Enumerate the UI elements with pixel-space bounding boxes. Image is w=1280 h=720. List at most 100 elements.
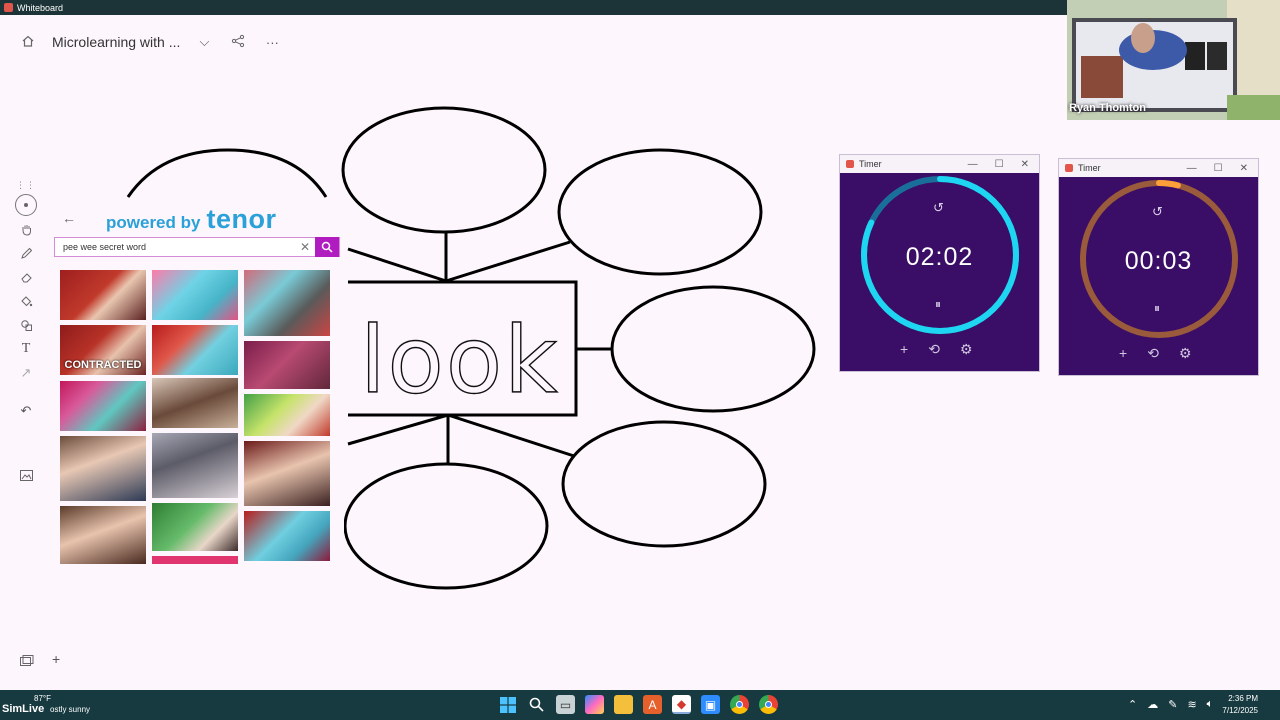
whiteboard-taskbar-icon[interactable]: ◆ <box>672 695 691 714</box>
reset-icon[interactable]: ⟲ <box>1147 345 1159 362</box>
tenor-brand: powered by tenor <box>106 204 277 234</box>
settings-icon[interactable]: ⚙ <box>960 341 973 358</box>
chevron-up-icon[interactable]: ⌃ <box>1128 698 1137 711</box>
maximize-icon[interactable]: ☐ <box>995 159 1004 170</box>
gif-search-input[interactable] <box>55 242 295 252</box>
tool-rail: ⋮⋮ T ↗ ↶ <box>14 178 38 488</box>
gif-result[interactable] <box>244 441 330 506</box>
gif-result[interactable] <box>60 381 146 431</box>
bubble-top-right <box>557 148 763 276</box>
office-app-icon[interactable]: A <box>643 695 662 714</box>
search-icon[interactable] <box>527 695 546 714</box>
settings-icon[interactable]: ⚙ <box>1179 345 1192 362</box>
file-explorer-icon[interactable] <box>614 695 633 714</box>
timer-app-icon <box>846 160 854 168</box>
pen-icon[interactable] <box>15 242 37 264</box>
system-tray: ⌃ ☁ ✎ ≋ 🔈︎ <box>1128 698 1213 711</box>
gif-result[interactable] <box>152 433 238 498</box>
board-title[interactable]: Microlearning with ... <box>52 34 180 50</box>
search-icon <box>321 241 333 253</box>
gif-result[interactable] <box>152 270 238 320</box>
add-page-icon[interactable]: + <box>52 651 60 670</box>
gif-result[interactable] <box>152 556 238 564</box>
bubble-top-left <box>126 148 328 198</box>
taskbar-apps: ▭ A ◆ ▣ <box>498 695 778 714</box>
center-box <box>348 280 578 417</box>
drag-handle-icon[interactable]: ⋮⋮ <box>15 178 37 192</box>
wifi-icon[interactable]: ≋ <box>1187 698 1196 711</box>
close-icon[interactable]: ✕ <box>1240 163 1248 174</box>
clock-time: 2:36 PM <box>1228 694 1258 703</box>
search-button[interactable] <box>315 237 339 257</box>
timer-window-2: Timer — ☐ ✕ ↺ 00:03 ⏸ + ⟲ ⚙ <box>1058 158 1259 376</box>
gif-result[interactable] <box>152 378 238 428</box>
bubble-right <box>610 285 816 413</box>
gif-result[interactable]: CONTRACTED <box>60 325 146 375</box>
pen-tray-icon[interactable]: ✎ <box>1168 698 1177 711</box>
minimize-icon[interactable]: — <box>1187 163 1197 174</box>
history-icon[interactable]: ↺ <box>1152 204 1163 220</box>
share-icon[interactable] <box>228 34 248 51</box>
timer-footer: + ⟲ ⚙ <box>900 341 972 358</box>
timer-titlebar: Timer — ☐ ✕ <box>840 155 1039 173</box>
laser-icon[interactable]: ↗ <box>15 362 37 384</box>
gif-result[interactable] <box>152 325 238 375</box>
gif-result[interactable] <box>244 270 330 336</box>
timer-title: Timer <box>859 159 882 169</box>
gif-result[interactable] <box>60 436 146 501</box>
chevron-down-icon[interactable]: ⌵ <box>194 34 214 50</box>
pause-icon[interactable]: ⏸ <box>1154 301 1160 316</box>
minimize-icon[interactable]: — <box>968 159 978 170</box>
home-icon[interactable] <box>18 34 38 51</box>
bubble-top <box>341 106 547 234</box>
gif-result[interactable] <box>152 503 238 551</box>
fill-icon[interactable] <box>15 290 37 312</box>
undo-icon[interactable]: ↶ <box>15 400 37 422</box>
close-icon[interactable]: ✕ <box>1021 159 1029 170</box>
task-view-icon[interactable]: ▭ <box>556 695 575 714</box>
volume-icon[interactable]: 🔈︎ <box>1207 698 1214 711</box>
gif-result[interactable] <box>60 506 146 564</box>
more-options-icon[interactable]: ··· <box>262 35 282 50</box>
whiteboard-app-icon <box>4 3 13 12</box>
store-app-icon[interactable]: ▣ <box>701 695 720 714</box>
center-word: look <box>360 307 559 414</box>
timer-title: Timer <box>1078 163 1101 173</box>
simlive-logo: SimLive <box>2 703 45 715</box>
timer-window-1: Timer — ☐ ✕ ↺ 02:02 ⏸ + ⟲ ⚙ <box>839 154 1040 372</box>
windows-start-icon[interactable] <box>498 695 517 714</box>
bubble-bottom <box>343 462 549 590</box>
back-arrow-icon[interactable]: ← <box>62 210 76 226</box>
shapes-icon[interactable] <box>15 314 37 336</box>
timer-body: ↺ 02:02 ⏸ + ⟲ ⚙ <box>840 173 1039 372</box>
add-timer-icon[interactable]: + <box>900 341 908 358</box>
gif-result[interactable] <box>244 394 330 436</box>
maximize-icon[interactable]: ☐ <box>1214 163 1223 174</box>
add-timer-icon[interactable]: + <box>1119 345 1127 362</box>
chrome-icon[interactable] <box>759 695 778 714</box>
eraser-icon[interactable] <box>15 266 37 288</box>
select-icon[interactable] <box>15 194 37 216</box>
image-icon[interactable] <box>15 464 37 486</box>
timer-app-icon <box>1065 164 1073 172</box>
tenor-gif-panel: ← powered by tenor ✕ CONTRACTED <box>54 204 344 578</box>
reset-icon[interactable]: ⟲ <box>928 341 940 358</box>
history-icon[interactable]: ↺ <box>933 200 944 216</box>
timer-body: ↺ 00:03 ⏸ + ⟲ ⚙ <box>1059 177 1258 376</box>
timer-titlebar: Timer — ☐ ✕ <box>1059 159 1258 177</box>
chrome-icon[interactable] <box>730 695 749 714</box>
text-icon[interactable]: T <box>15 338 37 360</box>
clear-icon[interactable]: ✕ <box>295 240 315 254</box>
pages-icon[interactable] <box>20 654 34 670</box>
pause-icon[interactable]: ⏸ <box>935 297 941 312</box>
gif-result[interactable] <box>244 511 330 561</box>
gif-result[interactable] <box>244 341 330 389</box>
gif-result[interactable] <box>60 270 146 320</box>
system-clock[interactable]: 2:36 PM 7/12/2025 <box>1222 693 1258 717</box>
onedrive-icon[interactable]: ☁ <box>1147 698 1158 711</box>
hand-icon[interactable] <box>15 218 37 240</box>
copilot-icon[interactable] <box>585 695 604 714</box>
participant-name: Ryan Thomton <box>1069 102 1146 114</box>
board-header: Microlearning with ... ⌵ ··· <box>18 28 282 56</box>
timer-time: 00:03 <box>1124 247 1193 275</box>
